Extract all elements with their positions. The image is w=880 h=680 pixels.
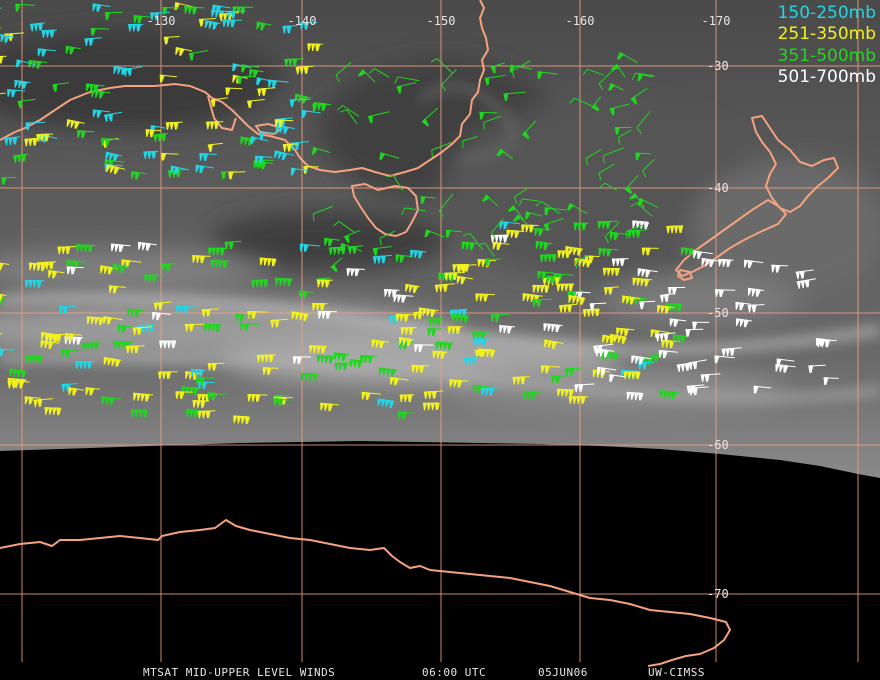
longitude-label-130: -130 [146, 14, 176, 28]
legend-entry-251-350mb: 251-350mb [777, 24, 876, 44]
longitude-label-170: -170 [701, 14, 731, 28]
satellite-image [0, 0, 880, 667]
footer-time: 06:00 UTC [422, 666, 487, 679]
footer-credit: UW-CIMSS [648, 666, 705, 679]
legend-entry-501-700mb: 501-700mb [777, 67, 876, 87]
footer-date: 05JUN06 [538, 666, 588, 679]
longitude-label-150: -150 [426, 14, 456, 28]
legend-entry-150-250mb: 150-250mb [777, 3, 876, 23]
satellite-map: -130 -140 -150 -160 -170 -30 -40 -50 -60… [0, 0, 880, 680]
latitude-label-40: -40 [707, 181, 729, 195]
antarctica-coast [0, 519, 731, 667]
legend-entry-351-500mb: 351-500mb [777, 46, 876, 66]
longitude-label-140: -140 [287, 14, 317, 28]
footer-product: MTSAT MID-UPPER LEVEL WINDS [143, 666, 336, 679]
longitude-label-160: -160 [565, 14, 595, 28]
latitude-label-70: -70 [707, 587, 729, 601]
latitude-label-30: -30 [707, 59, 729, 73]
latitude-label-60: -60 [707, 438, 729, 452]
latitude-label-50: -50 [707, 306, 729, 320]
